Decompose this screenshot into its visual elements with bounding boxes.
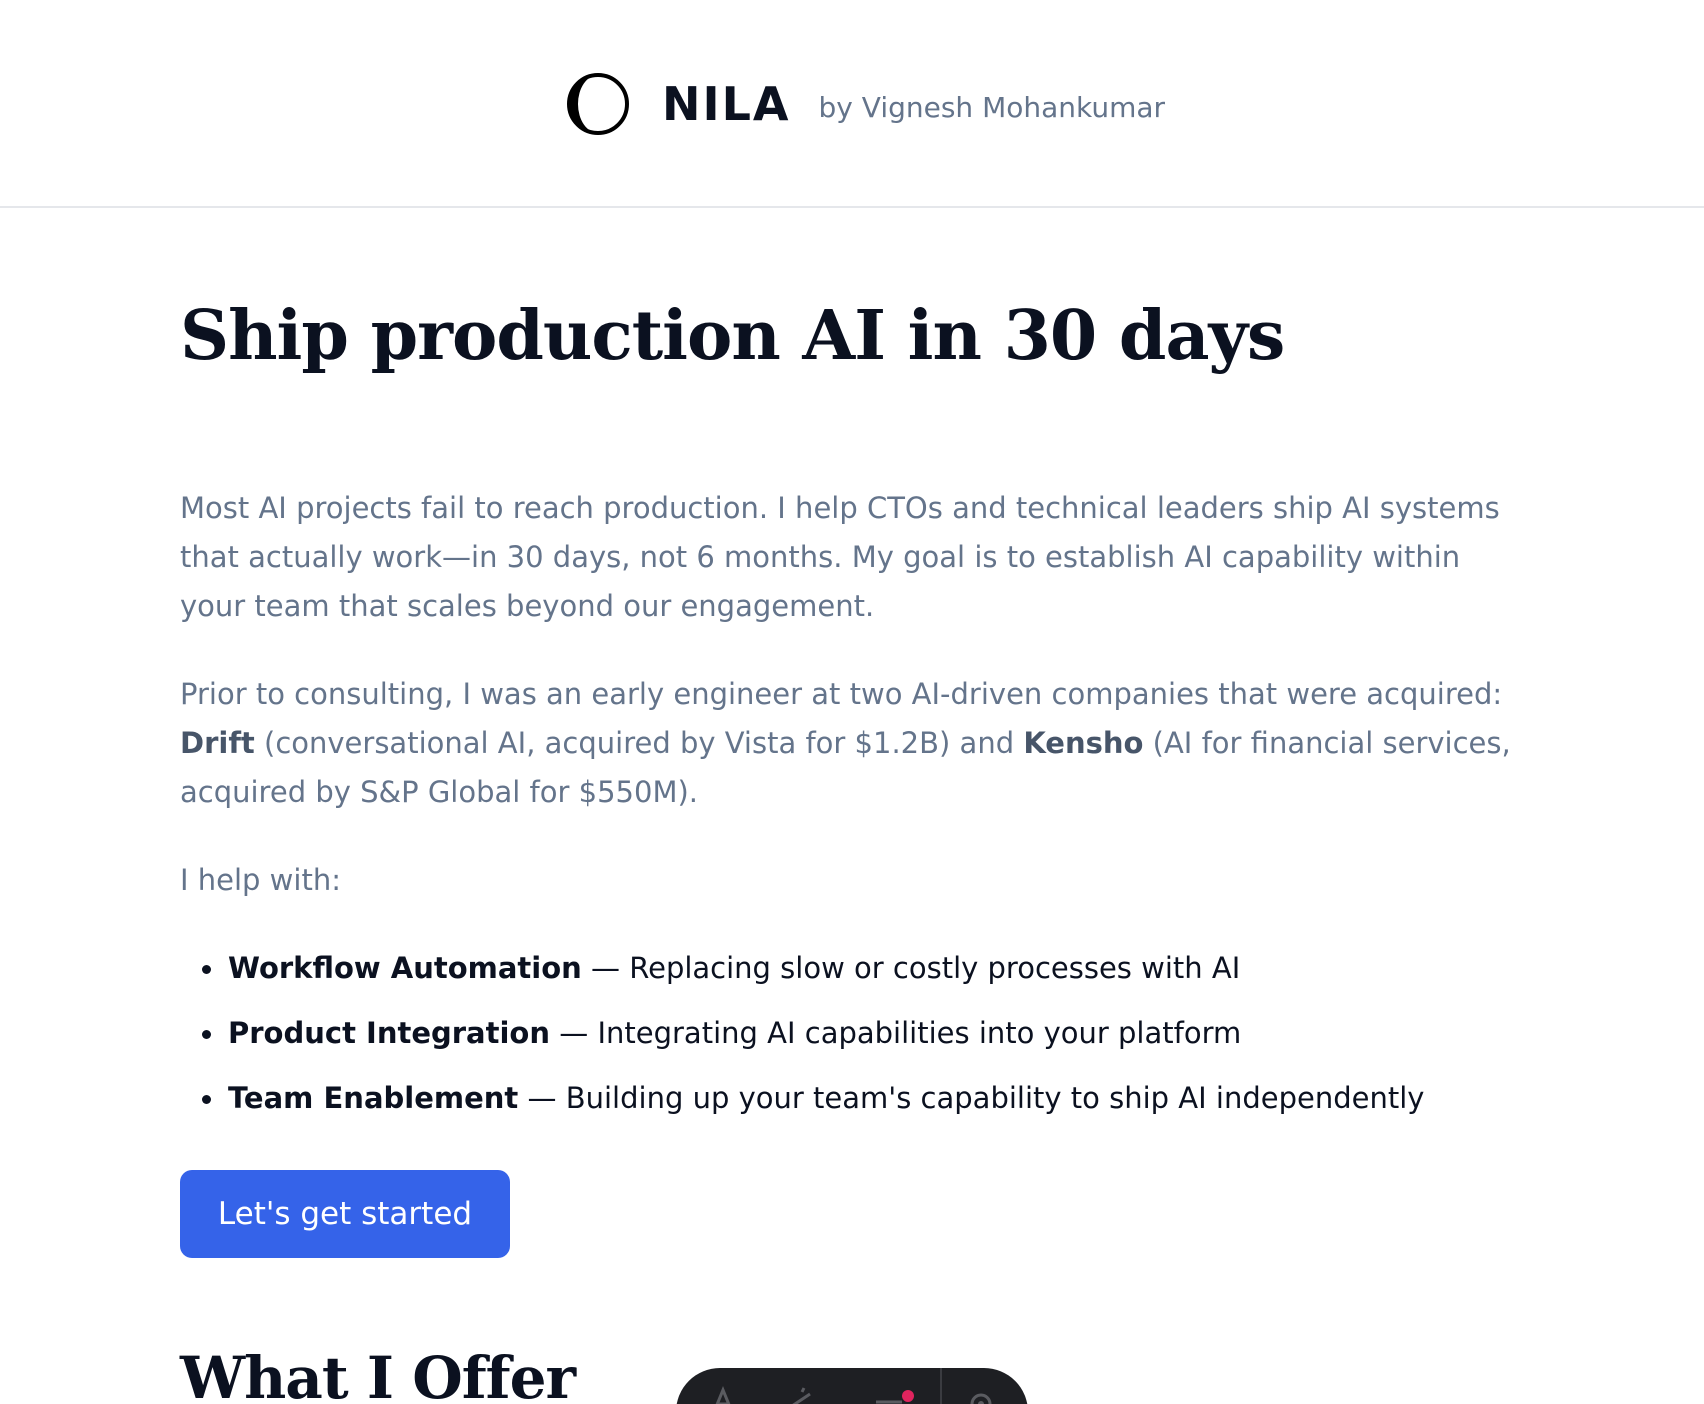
brand-byline: by Vignesh Mohankumar <box>818 90 1166 124</box>
help-with-label: I help with: <box>180 863 341 897</box>
service-item-product-integration: Product Integration — Integrating AI cap… <box>202 1001 1424 1066</box>
intro-paragraph: Most AI projects fail to reach productio… <box>180 491 1500 623</box>
get-started-button[interactable]: Let's get started <box>180 1170 510 1258</box>
section-title-what-i-offer: What I Offer <box>180 1344 576 1404</box>
brand[interactable]: NILA by Vignesh Mohankumar <box>566 72 1165 136</box>
background-middle: (conversational AI, acquired by Vista fo… <box>254 726 1024 760</box>
service-name: Workflow Automation <box>228 951 582 985</box>
bullet-icon <box>202 1095 211 1104</box>
service-description: Replacing slow or costly processes with … <box>629 951 1241 985</box>
bullet-icon <box>202 965 211 974</box>
megaphone-icon[interactable] <box>788 1386 818 1404</box>
service-description: Building up your team's capability to sh… <box>565 1081 1425 1115</box>
bullet-icon <box>202 1030 211 1039</box>
gear-icon[interactable] <box>966 1386 996 1404</box>
services-list: Workflow Automation — Replacing slow or … <box>202 936 1425 1131</box>
service-item-workflow-automation: Workflow Automation — Replacing slow or … <box>202 936 1424 1001</box>
site-header: NILA by Vignesh Mohankumar <box>0 0 1704 208</box>
text-icon[interactable] <box>708 1386 738 1404</box>
service-item-team-enablement: Team Enablement — Building up your team'… <box>202 1066 1425 1131</box>
toolbar-divider <box>940 1368 942 1404</box>
service-name: Team Enablement <box>228 1081 519 1115</box>
service-separator: — <box>581 951 630 985</box>
background-prefix: Prior to consulting, I was an early engi… <box>180 677 1503 711</box>
service-separator: — <box>550 1016 598 1050</box>
settings-sliders-icon[interactable] <box>874 1386 914 1404</box>
floating-toolbar <box>676 1368 1028 1404</box>
background-paragraph: Prior to consulting, I was an early engi… <box>180 670 1520 817</box>
service-separator: — <box>518 1081 566 1115</box>
service-description: Integrating AI capabilities into your pl… <box>597 1016 1242 1050</box>
company-drift: Drift <box>180 726 255 760</box>
hero-title: Ship production AI in 30 days <box>180 296 1285 376</box>
service-name: Product Integration <box>228 1016 551 1050</box>
moon-logo-icon <box>566 72 630 136</box>
company-kensho: Kensho <box>1023 726 1144 760</box>
brand-name: NILA <box>662 77 791 131</box>
